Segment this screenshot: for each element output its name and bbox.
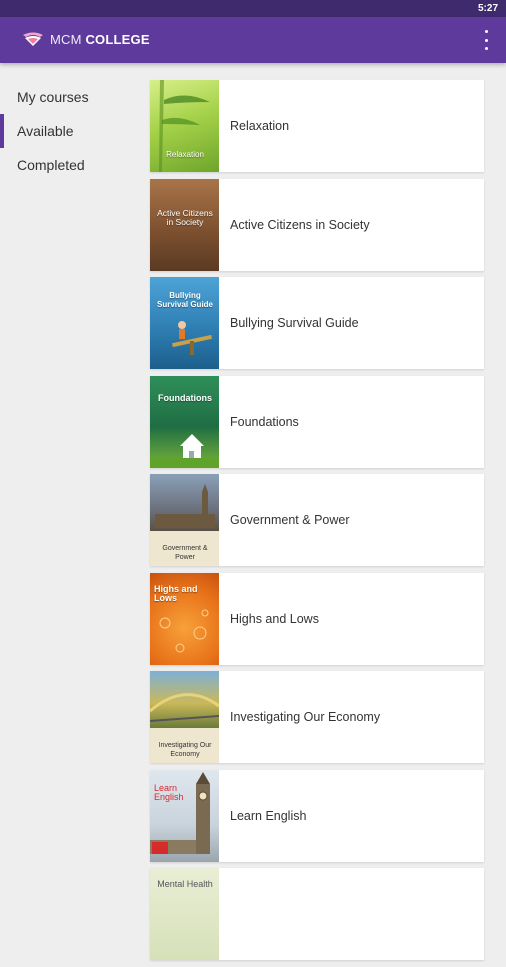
app-title: MCM COLLEGE: [50, 32, 150, 47]
thumbnail-label: Mental Health: [157, 879, 213, 889]
college-logo-icon: [23, 32, 43, 46]
app-title-part2: COLLEGE: [85, 32, 150, 47]
thumbnail-label: Highs and Lows: [154, 583, 198, 603]
course-title: Learn English: [230, 808, 307, 823]
course-card-active-citizens[interactable]: Active Citizens in Society Active Citize…: [150, 178, 484, 271]
course-title: Active Citizens in Society: [230, 217, 370, 232]
thumbnail-label: Investigating Our Economy: [158, 742, 212, 758]
sidebar-item-label: Available: [17, 123, 74, 139]
course-card-government-power[interactable]: Government & Power Government & Power: [150, 474, 484, 566]
thumbnail-label: Active Citizens in Society: [157, 207, 213, 227]
course-title: Bullying Survival Guide: [230, 316, 359, 330]
status-time: 5:27: [477, 3, 498, 14]
course-thumbnail: Foundations: [150, 375, 219, 468]
house-icon: [150, 433, 219, 468]
course-card-mental-health[interactable]: Mental Health: [150, 868, 484, 960]
thumbnail-label: Bullying Survival Guide: [156, 291, 214, 309]
status-bar: 5:27: [0, 0, 506, 17]
sidebar: My courses Available Completed: [0, 80, 140, 182]
course-card-relaxation[interactable]: Relaxation Relaxation: [150, 80, 484, 172]
thumbnail-label: Learn English: [154, 782, 184, 802]
thumbnail-label: Relaxation: [166, 150, 204, 159]
course-title: Highs and Lows: [230, 611, 319, 626]
course-card-investigating-our-economy[interactable]: Investigating Our Economy Investigating …: [150, 671, 484, 763]
sidebar-item-my-courses[interactable]: My courses: [0, 80, 140, 114]
app-bar: MCM COLLEGE: [0, 17, 506, 63]
course-card-highs-and-lows[interactable]: Highs and Lows Highs and Lows: [150, 572, 484, 665]
course-thumbnail: Government & Power: [150, 474, 219, 566]
sidebar-item-available[interactable]: Available: [0, 114, 140, 148]
course-thumbnail: Mental Health: [150, 868, 219, 960]
thumbnail-label: Foundations: [158, 392, 212, 403]
course-list: Relaxation Relaxation Active Citizens in…: [150, 80, 484, 967]
course-title: Foundations: [230, 414, 299, 429]
sidebar-item-completed[interactable]: Completed: [0, 148, 140, 182]
thumbnail-label: Government & Power: [162, 545, 208, 561]
course-thumbnail: Investigating Our Economy: [150, 671, 219, 763]
course-title: Relaxation: [230, 119, 290, 133]
course-card-foundations[interactable]: Foundations Foundations: [150, 375, 484, 468]
sidebar-item-label: Completed: [17, 157, 85, 173]
sidebar-item-label: My courses: [17, 89, 89, 105]
course-card-learn-english[interactable]: Learn English Learn English: [150, 769, 484, 862]
overflow-menu-icon[interactable]: [480, 30, 492, 50]
course-card-bullying-survival-guide[interactable]: Bullying Survival Guide Bullying Surviva…: [150, 277, 484, 369]
course-thumbnail: Bullying Survival Guide: [150, 277, 219, 369]
course-thumbnail: Highs and Lows: [150, 572, 219, 665]
course-title: Government & Power: [230, 513, 350, 527]
course-title: Investigating Our Economy: [230, 710, 381, 724]
course-thumbnail: Learn English: [150, 769, 219, 862]
course-thumbnail: Active Citizens in Society: [150, 178, 219, 271]
course-thumbnail: Relaxation: [150, 80, 219, 172]
app-title-part1: MCM: [50, 32, 82, 47]
